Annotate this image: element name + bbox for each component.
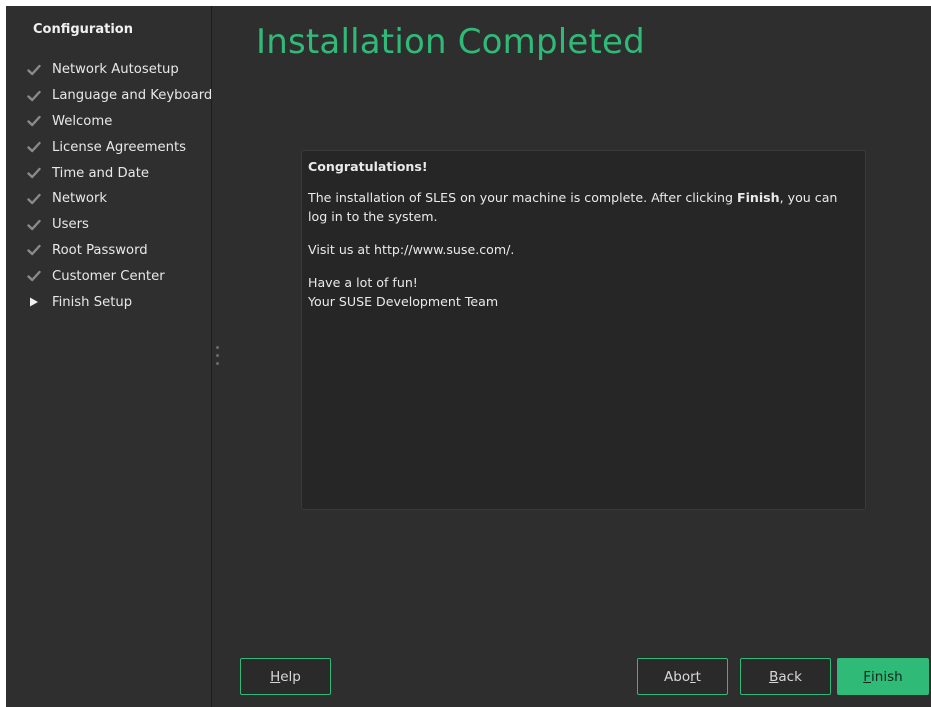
checkmark-icon	[26, 242, 42, 258]
step-item: License Agreements	[26, 134, 212, 160]
checkmark-icon	[26, 62, 42, 78]
step-label: Network Autosetup	[52, 62, 179, 78]
checkmark-icon	[26, 88, 42, 104]
finish-button[interactable]: Finish	[837, 658, 929, 695]
step-label: Welcome	[52, 113, 113, 129]
message-paragraph: The installation of SLES on your machine…	[308, 190, 838, 224]
step-item: Time and Date	[26, 160, 212, 186]
step-item: Finish Setup	[26, 289, 212, 315]
step-label: Language and Keyboard	[52, 88, 213, 104]
abort-button[interactable]: Abo r t	[637, 658, 728, 695]
steps-sidebar: Configuration Network Autosetup Language…	[6, 6, 212, 707]
checkmark-icon	[26, 191, 42, 207]
checkmark-icon	[26, 217, 42, 233]
checkmark-icon	[26, 165, 42, 181]
step-list: Network Autosetup Language and Keyboard …	[26, 57, 212, 315]
checkmark-icon	[26, 113, 42, 129]
back-button[interactable]: Back	[740, 658, 831, 695]
step-label: Users	[52, 217, 89, 233]
page-title: Installation Completed	[256, 22, 645, 62]
step-label: Network	[52, 191, 108, 207]
message-heading: Congratulations!	[308, 159, 428, 174]
step-item: Network	[26, 186, 212, 212]
pane-splitter-handle[interactable]	[216, 346, 220, 372]
step-item: Users	[26, 212, 212, 238]
checkmark-icon	[26, 268, 42, 284]
completion-message: Congratulations! The installation of SLE…	[301, 150, 866, 510]
message-website: Visit us at http://www.suse.com/.	[308, 242, 515, 257]
step-label: License Agreements	[52, 139, 187, 155]
triangle-right-icon	[26, 294, 42, 310]
step-item: Root Password	[26, 238, 212, 264]
step-label: Customer Center	[52, 268, 165, 284]
installer-window: Configuration Network Autosetup Language…	[6, 6, 931, 707]
step-item: Customer Center	[26, 263, 212, 289]
step-label: Time and Date	[52, 165, 149, 181]
message-signoff: Have a lot of fun! Your SUSE Development …	[308, 275, 499, 309]
step-item: Language and Keyboard	[26, 83, 212, 109]
step-item: Welcome	[26, 109, 212, 135]
step-item: Network Autosetup	[26, 57, 212, 83]
step-label: Finish Setup	[52, 294, 133, 310]
sidebar-title: Configuration	[33, 22, 133, 37]
help-button[interactable]: Help	[240, 658, 331, 695]
checkmark-icon	[26, 139, 42, 155]
step-label: Root Password	[52, 242, 148, 258]
